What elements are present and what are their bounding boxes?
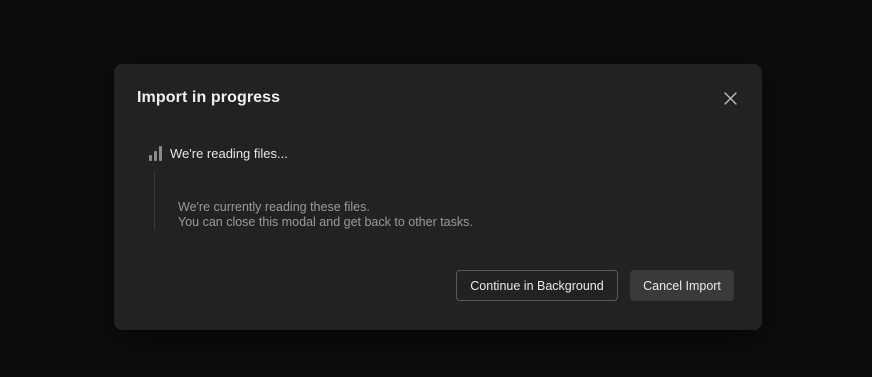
cancel-import-button[interactable]: Cancel Import xyxy=(630,270,734,301)
description-line: We're currently reading these files. xyxy=(178,200,370,214)
modal-footer: Continue in Background Cancel Import xyxy=(456,270,734,301)
status-text: We're reading files... xyxy=(170,146,288,161)
description-line: You can close this modal and get back to… xyxy=(178,215,473,229)
close-icon xyxy=(723,91,737,105)
continue-in-background-button[interactable]: Continue in Background xyxy=(456,270,618,301)
loading-bars-icon xyxy=(149,146,162,161)
timeline-divider xyxy=(154,172,155,230)
close-button[interactable] xyxy=(722,90,738,106)
description: We're currently reading these files. You… xyxy=(178,200,473,230)
status-row: We're reading files... xyxy=(149,146,288,161)
modal-title: Import in progress xyxy=(137,89,281,106)
import-progress-modal: Import in progress We're reading files..… xyxy=(114,64,762,330)
